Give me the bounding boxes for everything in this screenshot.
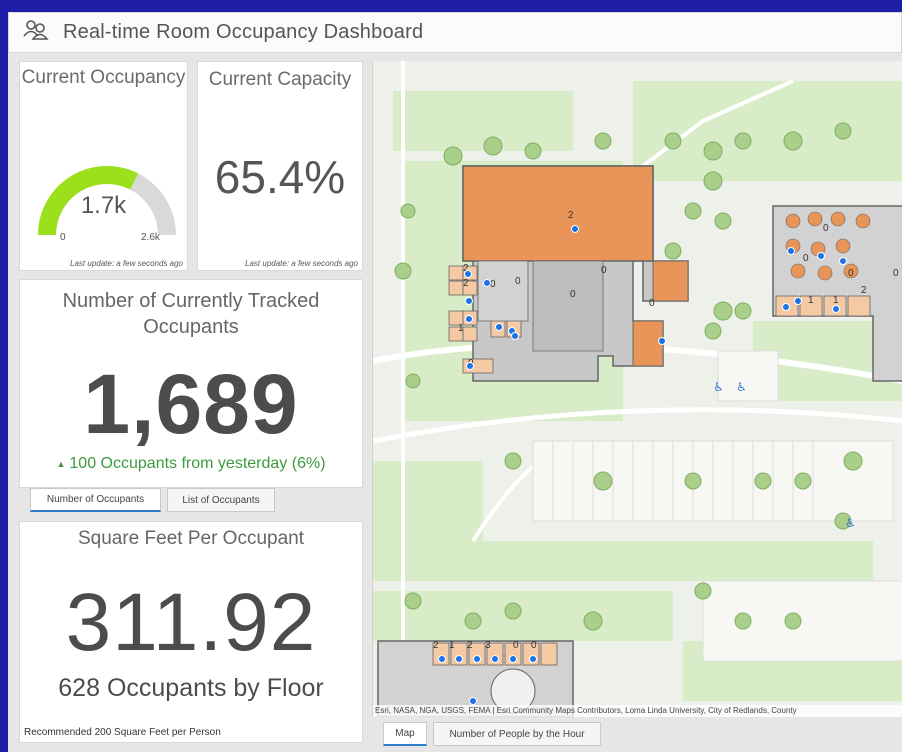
svg-text:♿: ♿ xyxy=(713,380,724,394)
sqft-card: Square Feet Per Occupant 311.92 628 Occu… xyxy=(19,521,363,743)
gauge-min-label: 0 xyxy=(60,232,66,243)
room-label: 0 xyxy=(515,276,521,287)
occupant-marker[interactable] xyxy=(839,257,847,265)
tracked-title: Number of Currently Tracked Occupants xyxy=(62,290,320,338)
occupant-marker[interactable] xyxy=(465,297,473,305)
tracked-value: 1,689 xyxy=(83,357,299,451)
occupant-marker[interactable] xyxy=(529,655,537,663)
room-label: 0 xyxy=(893,268,899,279)
room-label: 3 xyxy=(485,640,491,651)
occupant-marker[interactable] xyxy=(438,655,446,663)
occupant-marker[interactable] xyxy=(817,252,825,260)
occupant-marker[interactable] xyxy=(495,323,503,331)
room-label: 1 xyxy=(833,295,839,306)
room-label: 0 xyxy=(848,268,854,279)
occupant-marker[interactable] xyxy=(787,247,795,255)
room-label: 2 xyxy=(467,640,473,651)
header-bar: Real-time Room Occupancy Dashboard xyxy=(8,12,902,53)
map-canvas[interactable]: ♿ ♿ ♿ 20000022100000211212300 xyxy=(373,61,902,717)
capacity-card: Current Capacity 65.4% Last update: a fe… xyxy=(197,61,363,271)
tab-label: Number of People by the Hour xyxy=(449,728,585,740)
sqft-subtitle: 628 Occupants by Floor xyxy=(58,674,324,702)
occupant-marker[interactable] xyxy=(511,332,519,340)
room-label: 0 xyxy=(601,265,607,276)
capacity-title: Current Capacity xyxy=(208,69,352,90)
gauge-title: Current Occupancy xyxy=(21,67,186,88)
gauge-value: 1.7k xyxy=(80,192,127,219)
room-label: 0 xyxy=(803,253,809,264)
up-triangle-icon: ▲ xyxy=(56,458,66,469)
room-label: 1 xyxy=(808,295,814,306)
room-label: 2 xyxy=(568,210,574,221)
occupant-marker[interactable] xyxy=(794,297,802,305)
occupant-marker[interactable] xyxy=(832,305,840,313)
map-attribution: Esri, NASA, NGA, USGS, FEMA | Esri Commu… xyxy=(373,705,902,717)
room-label: 1 xyxy=(449,640,455,651)
svg-text:♿: ♿ xyxy=(736,380,747,394)
occupant-marker[interactable] xyxy=(483,279,491,287)
room-label: 1 xyxy=(458,323,464,334)
last-update-text: Last update: a few seconds ago xyxy=(245,259,358,268)
occupant-marker[interactable] xyxy=(473,655,481,663)
room-label: 0 xyxy=(570,289,576,300)
room-label: 2 xyxy=(433,640,439,651)
capacity-value: 65.4% xyxy=(214,151,346,203)
occupant-marker[interactable] xyxy=(455,655,463,663)
last-update-text: Last update: a few seconds ago xyxy=(70,259,183,268)
gauge-max-label: 2.6k xyxy=(141,232,160,243)
occupant-marker[interactable] xyxy=(571,225,579,233)
tab-label: List of Occupants xyxy=(182,494,260,506)
tab-map[interactable]: Map xyxy=(383,722,427,746)
room-label: 0 xyxy=(823,223,829,234)
occupancy-gauge-card: Current Occupancy 1.7k 0 2.6k Last updat… xyxy=(19,61,188,271)
room-label: 0 xyxy=(490,279,496,290)
tracked-delta-text: 100 Occupants from yesterday (6%) xyxy=(69,455,326,472)
svg-text:♿: ♿ xyxy=(845,516,856,530)
map-view[interactable]: ♿ ♿ ♿ 20000022100000211212300 Esri, NASA… xyxy=(372,61,902,717)
tab-list-of-occupants[interactable]: List of Occupants xyxy=(167,488,275,512)
tab-label: Number of Occupants xyxy=(46,494,145,505)
page-title: Real-time Room Occupancy Dashboard xyxy=(63,21,424,43)
occupant-marker[interactable] xyxy=(491,655,499,663)
room-label: 0 xyxy=(649,298,655,309)
occupant-marker[interactable] xyxy=(469,697,477,705)
occupant-marker[interactable] xyxy=(464,270,472,278)
occupant-marker[interactable] xyxy=(466,362,474,370)
tracked-occupants-card: Number of Currently Tracked Occupants 1,… xyxy=(19,279,363,488)
occupant-marker[interactable] xyxy=(782,303,790,311)
sqft-value: 311.92 xyxy=(65,577,317,668)
occupant-marker[interactable] xyxy=(658,337,666,345)
occupancy-gauge xyxy=(38,166,176,236)
room-label: 0 xyxy=(531,640,537,651)
tab-people-by-hour[interactable]: Number of People by the Hour xyxy=(433,722,601,746)
tab-number-of-occupants[interactable]: Number of Occupants xyxy=(30,488,161,512)
room-label: 2 xyxy=(861,285,867,296)
tracked-delta: ▲ 100 Occupants from yesterday (6%) xyxy=(20,455,362,473)
room-label: 0 xyxy=(513,640,519,651)
occupant-marker[interactable] xyxy=(509,655,517,663)
tab-label: Map xyxy=(395,728,415,739)
sqft-footer: Recommended 200 Square Feet per Person xyxy=(24,727,221,738)
sqft-title: Square Feet Per Occupant xyxy=(77,528,304,549)
people-icon xyxy=(23,19,51,46)
occupant-marker[interactable] xyxy=(465,315,473,323)
room-label: 2 xyxy=(463,278,469,289)
